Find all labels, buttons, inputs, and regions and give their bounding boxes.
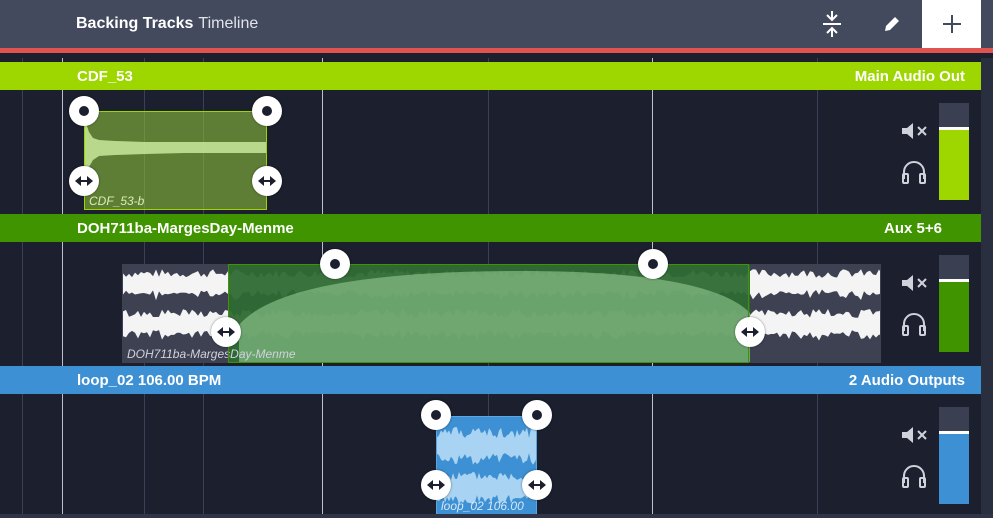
track-mixer-1 bbox=[894, 103, 974, 200]
meter-peak bbox=[939, 431, 969, 434]
headphones-icon[interactable] bbox=[900, 311, 928, 337]
fade-in-handle[interactable] bbox=[69, 96, 99, 126]
track-header-2[interactable]: DOH711ba-MargesDay-Menme Aux 5+6 bbox=[0, 214, 981, 242]
page-title: Backing Tracks Timeline bbox=[76, 15, 258, 33]
resize-horizontal-icon bbox=[75, 176, 93, 186]
level-meter[interactable] bbox=[939, 407, 969, 504]
clip-label: loop_02 106.00 bbox=[441, 499, 524, 513]
resize-horizontal-icon bbox=[427, 480, 445, 490]
add-button[interactable] bbox=[922, 0, 981, 48]
fade-out-handle[interactable] bbox=[522, 400, 552, 430]
trim-end-handle[interactable] bbox=[252, 166, 282, 196]
speaker-mute-icon[interactable] bbox=[900, 121, 930, 141]
fade-out-handle[interactable] bbox=[252, 96, 282, 126]
bottom-ruler bbox=[0, 514, 993, 518]
speaker-mute-icon[interactable] bbox=[900, 425, 930, 445]
trim-start-handle[interactable] bbox=[69, 166, 99, 196]
track-name: loop_02 106.00 BPM bbox=[77, 372, 222, 389]
meter-fill bbox=[939, 434, 969, 504]
trim-end-handle[interactable] bbox=[735, 317, 765, 347]
trim-start-handle[interactable] bbox=[421, 470, 451, 500]
resize-horizontal-icon bbox=[528, 480, 546, 490]
header-accent-bar bbox=[0, 48, 993, 53]
track-name: DOH711ba-MargesDay-Menme bbox=[77, 220, 294, 237]
speaker-mute-icon[interactable] bbox=[900, 273, 930, 293]
meter-peak bbox=[939, 279, 969, 282]
clip-label: CDF_53-b bbox=[89, 194, 145, 208]
trim-start-handle[interactable] bbox=[211, 317, 241, 347]
headphones-icon[interactable] bbox=[900, 463, 928, 489]
title-sub: Timeline bbox=[198, 15, 259, 32]
audio-clip[interactable]: loop_02 106.00 bbox=[436, 416, 537, 515]
resize-horizontal-icon bbox=[258, 176, 276, 186]
meter-fill bbox=[939, 280, 969, 352]
headphones-icon[interactable] bbox=[900, 159, 928, 185]
fade-in-handle[interactable] bbox=[421, 400, 451, 430]
vertical-scrollbar[interactable] bbox=[981, 58, 993, 518]
meter-peak bbox=[939, 127, 969, 130]
collapse-button[interactable] bbox=[804, 0, 860, 48]
audio-clip[interactable]: CDF_53-b bbox=[84, 111, 267, 210]
resize-horizontal-icon bbox=[217, 327, 235, 337]
track-output[interactable]: Aux 5+6 bbox=[884, 220, 942, 237]
collapse-vertical-icon bbox=[823, 11, 841, 37]
track-output[interactable]: Main Audio Out bbox=[855, 68, 965, 85]
header-bar: Backing Tracks Timeline bbox=[0, 0, 993, 48]
track-header-1[interactable]: CDF_53 Main Audio Out bbox=[0, 62, 981, 90]
clip-selection bbox=[228, 264, 749, 363]
track-mixer-3 bbox=[894, 407, 974, 504]
resize-horizontal-icon bbox=[741, 327, 759, 337]
track-name: CDF_53 bbox=[77, 68, 133, 85]
level-meter[interactable] bbox=[939, 255, 969, 352]
meter-fill bbox=[939, 130, 969, 200]
track-mixer-2 bbox=[894, 255, 974, 352]
trim-end-handle[interactable] bbox=[522, 470, 552, 500]
fade-out-handle[interactable] bbox=[638, 249, 668, 279]
title-main: Backing Tracks bbox=[76, 15, 194, 32]
track-output[interactable]: 2 Audio Outputs bbox=[849, 372, 965, 389]
fade-in-handle[interactable] bbox=[320, 249, 350, 279]
plus-icon bbox=[942, 15, 961, 33]
level-meter[interactable] bbox=[939, 103, 969, 200]
pencil-icon bbox=[885, 17, 899, 31]
edit-button[interactable] bbox=[864, 0, 920, 48]
track-header-3[interactable]: loop_02 106.00 BPM 2 Audio Outputs bbox=[0, 366, 981, 394]
